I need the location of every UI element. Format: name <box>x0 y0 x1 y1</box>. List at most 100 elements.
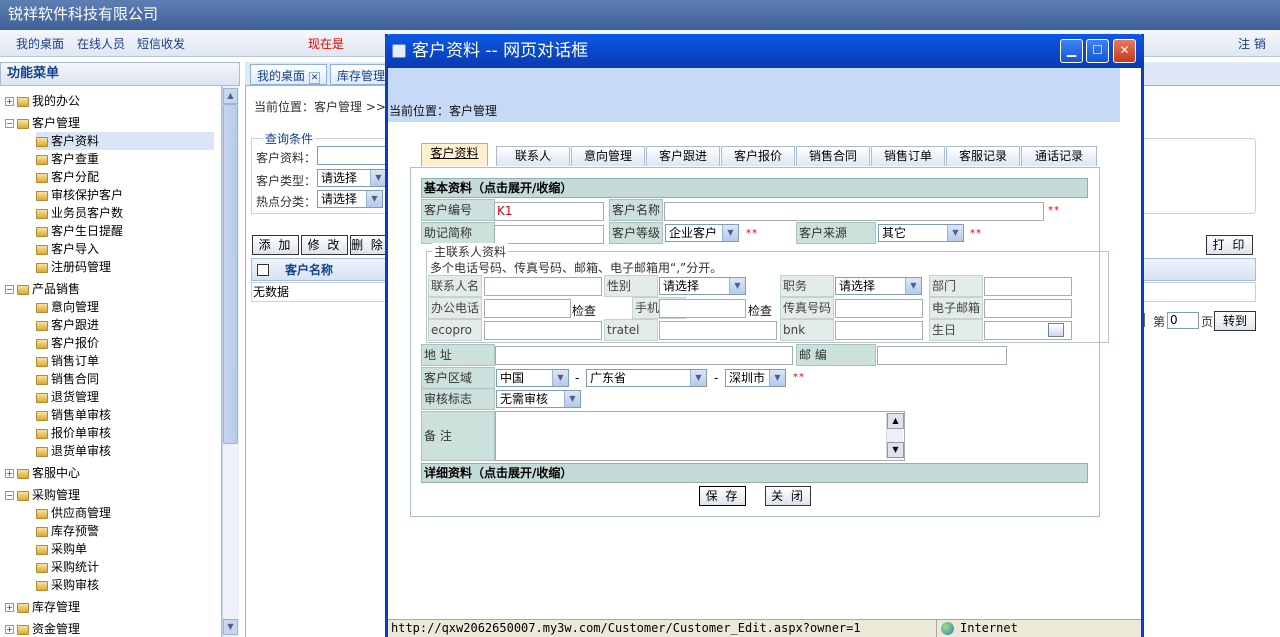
sidebar-scroll-thumb[interactable] <box>223 104 238 444</box>
menu-item-sales-audit[interactable]: 销售单审核 <box>36 406 111 424</box>
scroll-up-icon[interactable]: ▲ <box>887 413 904 429</box>
menu-item-purchase-audit[interactable]: 采购审核 <box>36 576 99 594</box>
close-icon[interactable]: ✕ <box>1113 39 1136 63</box>
menu-group-inventory[interactable]: + 库存管理 <box>5 598 80 616</box>
tab-intent[interactable]: 意向管理 <box>571 146 645 166</box>
menu-item-customer-assign[interactable]: 客户分配 <box>36 168 99 186</box>
menu-group-sales[interactable]: − 产品销售 <box>5 280 80 298</box>
query-type-select[interactable]: 请选择 ▼ <box>317 169 387 187</box>
country-select[interactable]: 中国 ▼ <box>496 369 569 387</box>
menu-item-returns[interactable]: 退货管理 <box>36 388 99 406</box>
expand-icon[interactable]: + <box>5 97 14 106</box>
logout-link[interactable]: 注 销 <box>1238 35 1266 52</box>
close-icon[interactable]: ✕ <box>308 72 321 84</box>
expand-icon[interactable]: + <box>5 625 14 634</box>
menu-group-purchase[interactable]: − 采购管理 <box>5 486 80 504</box>
goto-button[interactable]: 转到 <box>1214 311 1256 331</box>
query-info-input[interactable] <box>317 146 392 165</box>
collapse-icon[interactable]: − <box>5 119 14 128</box>
menu-item-contract[interactable]: 销售合同 <box>36 370 99 388</box>
query-hot-select[interactable]: 请选择 ▼ <box>317 190 383 208</box>
menu-item-customer-info[interactable]: 客户资料 <box>36 132 214 150</box>
save-button[interactable]: 保 存 <box>699 486 746 506</box>
menu-item-regcode[interactable]: 注册码管理 <box>36 258 111 276</box>
remark-textarea[interactable] <box>495 411 905 461</box>
menu-item-purchase-stats[interactable]: 采购统计 <box>36 558 99 576</box>
email-input[interactable] <box>984 299 1072 318</box>
tab-sales-order[interactable]: 销售订单 <box>871 146 945 166</box>
audit-select[interactable]: 无需审核 ▼ <box>496 390 581 408</box>
minimize-icon[interactable]: ▁ <box>1060 39 1083 63</box>
select-all-checkbox[interactable] <box>257 264 269 276</box>
menu-item-audit-protect[interactable]: 审核保护客户 <box>36 186 123 204</box>
nav-online-users[interactable]: 在线人员 <box>77 35 125 52</box>
menu-group-finance[interactable]: + 资金管理 <box>5 620 80 637</box>
menu-item-supplier[interactable]: 供应商管理 <box>36 504 111 522</box>
menu-item-customer-dedup[interactable]: 客户查重 <box>36 150 99 168</box>
scroll-up-icon[interactable]: ▲ <box>223 88 238 104</box>
mobile-input[interactable] <box>659 299 746 318</box>
menu-item-birthday[interactable]: 客户生日提醒 <box>36 222 123 240</box>
menu-group-office[interactable]: + 我的办公 <box>5 92 80 110</box>
detail-section-header[interactable]: 详细资料（点击展开/收缩） <box>421 463 1088 483</box>
tab-quote[interactable]: 客户报价 <box>721 146 795 166</box>
tab-service-record[interactable]: 客服记录 <box>946 146 1020 166</box>
menu-item-stock-alert[interactable]: 库存预警 <box>36 522 99 540</box>
mnemonic-input[interactable] <box>494 225 604 244</box>
menu-item-quote[interactable]: 客户报价 <box>36 334 99 352</box>
basic-section-header[interactable]: 基本资料（点击展开/收缩） <box>421 178 1088 198</box>
collapse-icon[interactable]: − <box>5 491 14 500</box>
address-input[interactable] <box>495 346 793 365</box>
dialog-titlebar[interactable]: 客户资料 -- 网页对话框 <box>385 34 1144 68</box>
calendar-icon[interactable] <box>1048 323 1064 337</box>
grade-select[interactable]: 企业客户 ▼ <box>665 224 739 242</box>
postcode-input[interactable] <box>877 346 1007 365</box>
contact-name-input[interactable] <box>484 277 602 296</box>
menu-group-customer[interactable]: − 客户管理 <box>5 114 80 132</box>
tab-followup[interactable]: 客户跟进 <box>646 146 720 166</box>
check-mobile-link[interactable]: 检查 <box>748 302 772 319</box>
print-button[interactable]: 打 印 <box>1206 235 1253 255</box>
scroll-down-icon[interactable]: ▼ <box>887 442 904 458</box>
province-select[interactable]: 广东省 ▼ <box>586 369 707 387</box>
pager-input[interactable]: 0 <box>1167 312 1199 329</box>
close-button[interactable]: 关 闭 <box>765 486 811 506</box>
tratel-input[interactable] <box>659 321 777 340</box>
collapse-icon[interactable]: − <box>5 285 14 294</box>
menu-item-sales-order[interactable]: 销售订单 <box>36 352 99 370</box>
menu-item-import[interactable]: 客户导入 <box>36 240 99 258</box>
city-select[interactable]: 深圳市 ▼ <box>725 369 786 387</box>
menu-item-intent[interactable]: 意向管理 <box>36 298 99 316</box>
menu-item-purchase-order[interactable]: 采购单 <box>36 540 87 558</box>
scroll-down-icon[interactable]: ▼ <box>223 619 238 635</box>
menu-item-quote-audit[interactable]: 报价单审核 <box>36 424 111 442</box>
menu-item-followup[interactable]: 客户跟进 <box>36 316 99 334</box>
cust-name-input[interactable] <box>664 202 1044 221</box>
check-office-link[interactable]: 检查 <box>572 302 596 319</box>
tab-customer-info[interactable]: 客户资料 <box>421 143 488 166</box>
bnk-input[interactable] <box>835 321 923 340</box>
expand-icon[interactable]: + <box>5 603 14 612</box>
tab-contacts[interactable]: 联系人 <box>496 146 570 166</box>
maximize-icon[interactable]: ☐ <box>1086 39 1109 63</box>
tab-my-desktop[interactable]: 我的桌面 ✕ <box>250 64 328 85</box>
menu-item-return-audit[interactable]: 退货单审核 <box>36 442 111 460</box>
cust-no-input[interactable]: K1 <box>494 202 604 221</box>
dept-input[interactable] <box>984 277 1072 296</box>
fax-input[interactable] <box>835 299 923 318</box>
ecopro-input[interactable] <box>484 321 602 340</box>
tab-call-record[interactable]: 通话记录 <box>1021 146 1097 166</box>
menu-group-service[interactable]: + 客服中心 <box>5 464 80 482</box>
source-select[interactable]: 其它 ▼ <box>878 224 964 242</box>
edit-button[interactable]: 修 改 <box>301 235 348 255</box>
tab-inventory[interactable]: 库存管理 <box>330 64 390 85</box>
position-select[interactable]: 请选择 ▼ <box>835 277 922 295</box>
office-phone-input[interactable] <box>484 299 571 318</box>
gender-select[interactable]: 请选择 ▼ <box>659 277 746 295</box>
tab-contract[interactable]: 销售合同 <box>796 146 870 166</box>
nav-sms[interactable]: 短信收发 <box>137 35 185 52</box>
menu-item-salesman-count[interactable]: 业务员客户数 <box>36 204 123 222</box>
add-button[interactable]: 添 加 <box>252 235 299 255</box>
expand-icon[interactable]: + <box>5 469 14 478</box>
delete-button[interactable]: 删 除 <box>350 235 386 255</box>
